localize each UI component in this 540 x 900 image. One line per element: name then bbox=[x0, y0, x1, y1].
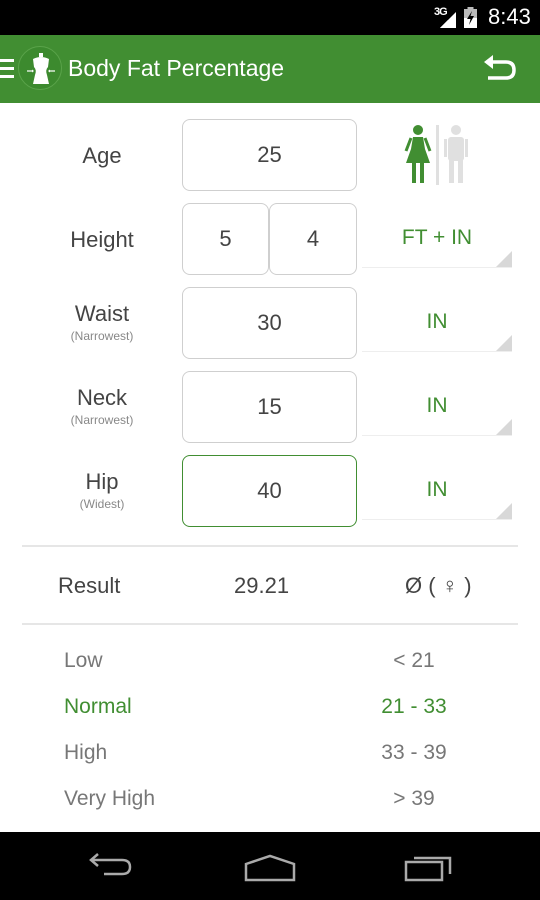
waist-input[interactable] bbox=[182, 287, 357, 359]
divider bbox=[22, 623, 518, 625]
height-label-group: Height bbox=[22, 227, 182, 253]
app-logo[interactable] bbox=[18, 46, 62, 90]
female-gender-icon[interactable] bbox=[404, 125, 432, 183]
navigation-bar bbox=[0, 832, 540, 900]
result-value: 29.21 bbox=[234, 573, 290, 598]
result-label: Result bbox=[58, 573, 121, 598]
dropdown-underline bbox=[362, 435, 512, 436]
range-name: Low bbox=[64, 649, 103, 672]
dropdown-underline bbox=[362, 267, 512, 268]
hamburger-menu-icon[interactable] bbox=[0, 59, 14, 79]
range-row-high: High 33 - 39 bbox=[64, 741, 484, 771]
range-value: 21 - 33 bbox=[381, 695, 447, 718]
waist-sublabel: (Narrowest) bbox=[70, 329, 134, 343]
home-button[interactable] bbox=[240, 848, 300, 884]
dropdown-corner-icon bbox=[496, 503, 512, 519]
neck-unit-value: IN bbox=[426, 394, 448, 417]
dropdown-corner-icon bbox=[496, 419, 512, 435]
battery-charging-icon bbox=[464, 7, 477, 28]
hip-label: Hip bbox=[85, 469, 119, 494]
hip-sublabel: (Widest) bbox=[79, 497, 125, 511]
undo-icon bbox=[484, 55, 516, 80]
home-icon bbox=[244, 854, 296, 882]
age-input[interactable] bbox=[182, 119, 357, 191]
dropdown-corner-icon bbox=[496, 251, 512, 267]
neck-label: Neck bbox=[76, 385, 128, 410]
range-value: > 39 bbox=[393, 787, 435, 810]
recent-apps-button[interactable] bbox=[398, 848, 458, 884]
waist-unit-value: IN bbox=[426, 310, 448, 333]
neck-sublabel: (Narrowest) bbox=[70, 413, 134, 427]
dress-form-icon bbox=[27, 53, 55, 84]
male-gender-icon[interactable] bbox=[444, 125, 468, 183]
hip-unit-value: IN bbox=[426, 478, 448, 501]
range-name: High bbox=[64, 741, 108, 764]
result-classification: Ø ( ♀ ) bbox=[405, 573, 472, 598]
action-bar: Body Fat Percentage bbox=[0, 35, 540, 103]
clock: 8:43 bbox=[488, 4, 531, 29]
page-title: Body Fat Percentage bbox=[68, 55, 285, 81]
waist-label-group: Waist (Narrowest) bbox=[22, 301, 182, 343]
age-label: Age bbox=[82, 143, 122, 168]
height-label: Height bbox=[70, 227, 134, 252]
range-row-normal: Normal 21 - 33 bbox=[64, 695, 484, 725]
height-unit-dropdown[interactable]: FT + IN bbox=[362, 204, 512, 268]
cell-signal-icon bbox=[440, 12, 456, 28]
gender-divider bbox=[436, 125, 439, 185]
back-icon bbox=[89, 853, 132, 876]
dropdown-underline bbox=[362, 519, 512, 520]
dropdown-corner-icon bbox=[496, 335, 512, 351]
hip-label-group: Hip (Widest) bbox=[22, 469, 182, 511]
neck-unit-dropdown[interactable]: IN bbox=[362, 372, 512, 436]
dropdown-underline bbox=[362, 351, 512, 352]
gender-selector bbox=[404, 125, 474, 185]
height-inches-input[interactable] bbox=[269, 203, 357, 275]
range-row-very-high: Very High > 39 bbox=[64, 787, 484, 817]
neck-input[interactable] bbox=[182, 371, 357, 443]
status-bar: 3G 8:43 bbox=[0, 0, 540, 35]
age-label-group: Age bbox=[22, 143, 182, 169]
back-button[interactable] bbox=[82, 848, 142, 884]
range-value: 33 - 39 bbox=[381, 741, 447, 764]
range-name: Normal bbox=[64, 695, 132, 718]
divider bbox=[22, 545, 518, 547]
height-feet-input[interactable] bbox=[182, 203, 269, 275]
waist-unit-dropdown[interactable]: IN bbox=[362, 288, 512, 352]
hip-unit-dropdown[interactable]: IN bbox=[362, 456, 512, 520]
undo-button[interactable] bbox=[480, 52, 520, 86]
height-unit-value: FT + IN bbox=[401, 226, 473, 249]
recent-apps-icon bbox=[404, 856, 452, 882]
range-name: Very High bbox=[64, 787, 156, 810]
range-row-low: Low < 21 bbox=[64, 649, 484, 679]
waist-label: Waist bbox=[74, 301, 130, 326]
hip-input[interactable] bbox=[182, 455, 357, 527]
neck-label-group: Neck (Narrowest) bbox=[22, 385, 182, 427]
range-value: < 21 bbox=[393, 649, 435, 672]
